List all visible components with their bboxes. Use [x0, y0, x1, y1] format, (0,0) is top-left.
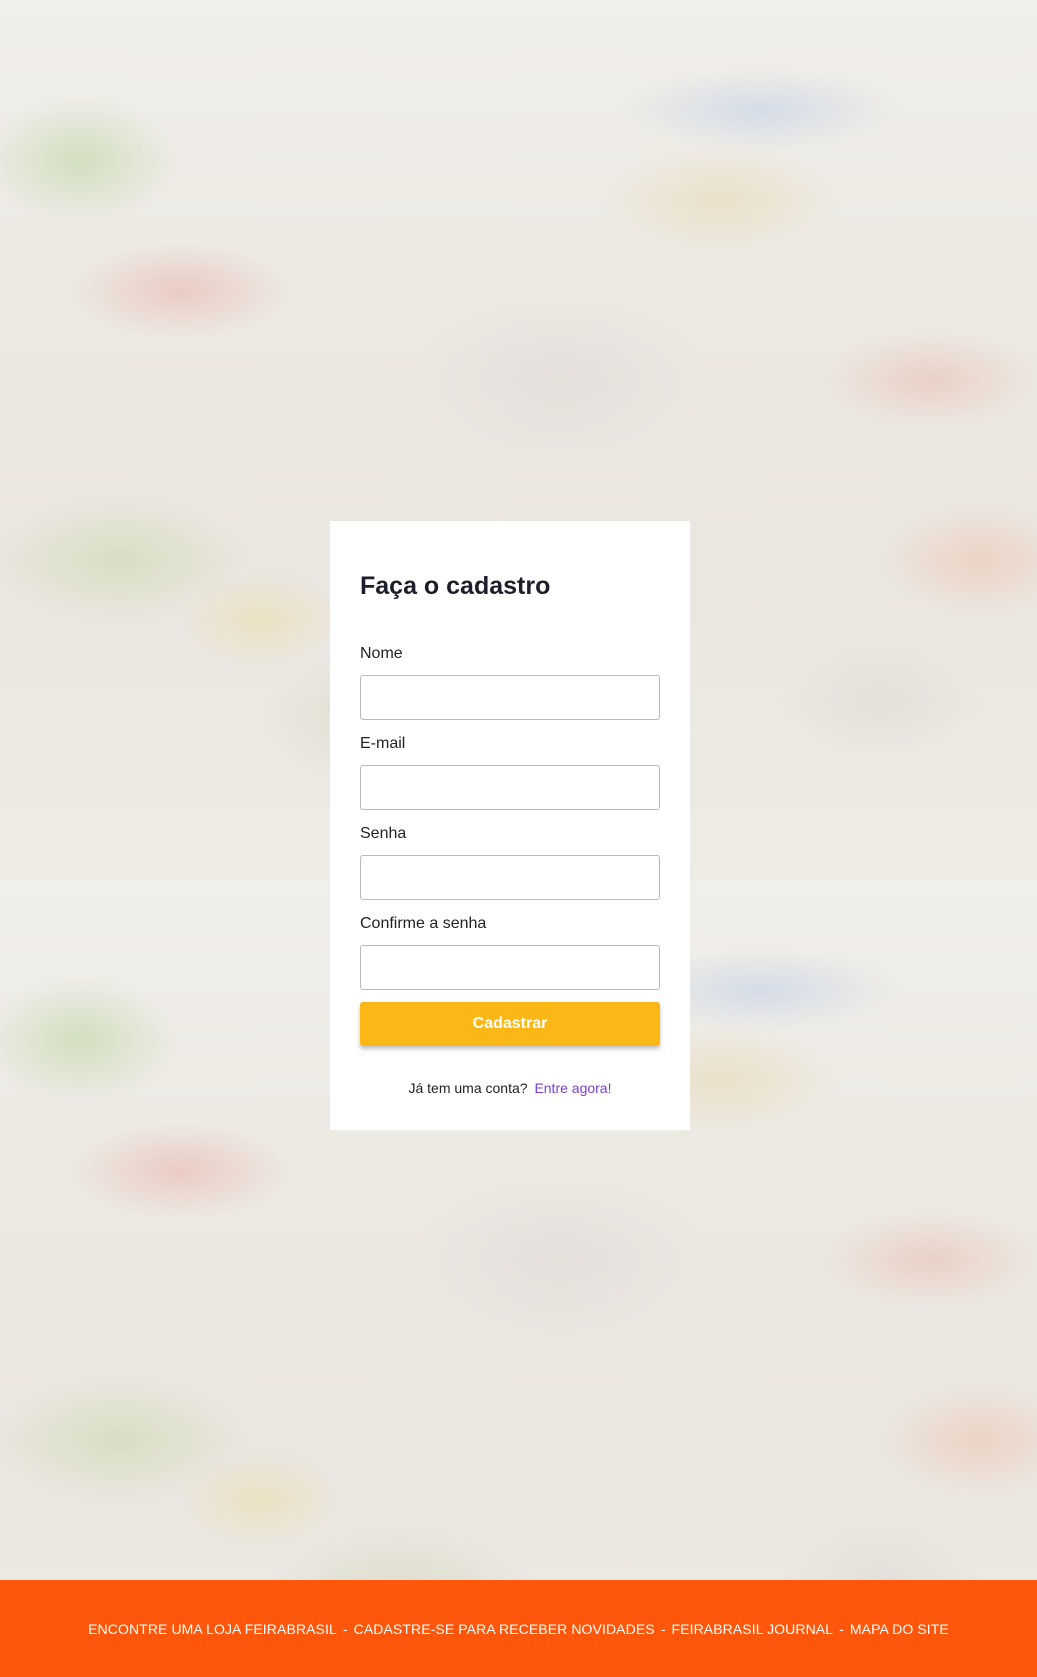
confirm-password-input[interactable] — [360, 945, 660, 990]
register-button[interactable]: Cadastrar — [360, 1002, 660, 1046]
signin-text: Já tem uma conta? — [408, 1080, 528, 1096]
name-label: Nome — [360, 645, 403, 662]
form-title: Faça o cadastro — [360, 572, 551, 600]
email-input[interactable] — [360, 765, 660, 810]
signup-card: Faça o cadastro Nome E-mail Senha Confir… — [330, 521, 690, 1130]
email-label: E-mail — [360, 735, 406, 752]
footer-link-find-store[interactable]: ENCONTRE UMA LOJA FEIRABRASIL — [88, 1621, 337, 1637]
password-label: Senha — [360, 825, 407, 842]
footer-separator: - — [839, 1620, 844, 1637]
footer-link-journal[interactable]: FEIRABRASIL JOURNAL — [671, 1621, 833, 1637]
footer-separator: - — [342, 1620, 348, 1637]
footer-nav: ENCONTRE UMA LOJA FEIRABRASIL - CADASTRE… — [88, 1621, 949, 1637]
signin-prompt: Já tem uma conta? Entre agora! — [360, 1079, 660, 1097]
footer-link-newsletter[interactable]: CADASTRE-SE PARA RECEBER NOVIDADES — [354, 1621, 655, 1637]
footer-link-sitemap[interactable]: MAPA DO SITE — [850, 1621, 949, 1637]
signin-link[interactable]: Entre agora! — [534, 1080, 611, 1096]
footer: ENCONTRE UMA LOJA FEIRABRASIL - CADASTRE… — [0, 1580, 1037, 1677]
password-input[interactable] — [360, 855, 660, 900]
confirm-password-label: Confirme a senha — [360, 915, 487, 932]
footer-separator: - — [660, 1620, 666, 1637]
name-input[interactable] — [360, 675, 660, 720]
